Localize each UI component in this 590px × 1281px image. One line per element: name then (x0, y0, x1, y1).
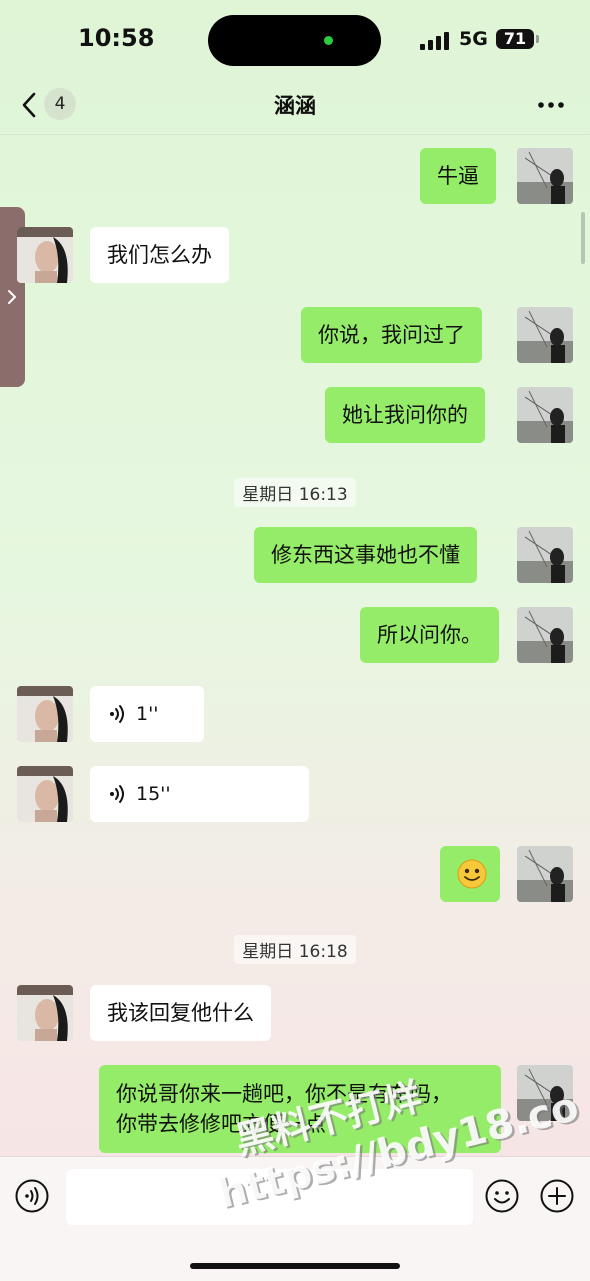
contact-avatar[interactable] (17, 766, 73, 822)
my-avatar[interactable] (517, 607, 573, 663)
voice-duration: 1'' (136, 703, 159, 725)
my-avatar[interactable] (517, 1065, 573, 1121)
message-text: 牛逼 (437, 164, 479, 188)
contact-avatar[interactable] (17, 227, 73, 283)
message-text: 我该回复他什么 (107, 1001, 254, 1025)
message-timestamp: 星期日 16:18 (0, 935, 590, 964)
battery-icon: 71 (496, 29, 534, 49)
message-text: 修东西这事她也不懂 (271, 543, 460, 567)
chat-title: 涵涵 (274, 94, 316, 118)
voice-wave-icon (110, 705, 124, 723)
message-text: 她让我问你的 (342, 403, 468, 427)
home-indicator[interactable] (190, 1263, 400, 1269)
contact-avatar[interactable] (17, 686, 73, 742)
timestamp-text: 星期日 16:13 (234, 478, 356, 507)
my-message-bubble[interactable]: 所以问你。 (360, 607, 499, 663)
more-options-icon[interactable] (538, 90, 564, 120)
chevron-right-icon (8, 290, 16, 304)
dynamic-island (208, 15, 381, 66)
plus-icon[interactable] (540, 1179, 574, 1213)
voice-message-bubble[interactable]: 15'' (90, 766, 309, 822)
message-timestamp: 星期日 16:13 (0, 478, 590, 507)
contact-message-bubble[interactable]: 我们怎么办 (90, 227, 229, 283)
my-message-bubble[interactable]: 修东西这事她也不懂 (254, 527, 477, 583)
my-avatar[interactable] (517, 387, 573, 443)
smile-emoji-icon (457, 859, 487, 889)
battery-level: 71 (503, 29, 527, 48)
my-message-bubble[interactable]: 她让我问你的 (325, 387, 485, 443)
camera-indicator-dot (324, 36, 333, 45)
my-emoji-bubble[interactable] (440, 846, 500, 902)
message-text-line: 你带去修修吧方便一点 (116, 1112, 326, 1136)
signal-icon (420, 32, 449, 50)
voice-input-icon[interactable] (15, 1179, 49, 1213)
my-message-bubble[interactable]: 你说，我问过了 (301, 307, 482, 363)
contact-message-bubble[interactable]: 我该回复他什么 (90, 985, 271, 1041)
my-message-bubble[interactable]: 你说哥你来一趟吧，你不是有车吗， 你带去修修吧方便一点 (99, 1065, 501, 1153)
status-time: 10:58 (78, 24, 155, 52)
my-avatar[interactable] (517, 148, 573, 204)
message-input[interactable] (66, 1169, 473, 1225)
network-type: 5G (459, 28, 488, 50)
my-avatar[interactable] (517, 307, 573, 363)
status-bar: 10:58 5G 71 (0, 0, 590, 80)
emoji-icon[interactable] (485, 1179, 519, 1213)
battery-cap (536, 35, 539, 43)
scrollbar[interactable] (581, 212, 585, 264)
timestamp-text: 星期日 16:18 (234, 935, 356, 964)
message-text-line: 你说哥你来一趟吧，你不是有车吗， (116, 1082, 452, 1106)
message-text: 我们怎么办 (107, 243, 212, 267)
my-avatar[interactable] (517, 846, 573, 902)
contact-avatar[interactable] (17, 985, 73, 1041)
chat-header: 4 涵涵 (0, 80, 590, 135)
voice-wave-icon (110, 785, 124, 803)
voice-duration: 15'' (136, 783, 171, 805)
message-text: 所以问你。 (377, 623, 482, 647)
my-message-bubble[interactable]: 牛逼 (420, 148, 496, 204)
message-text: 你说，我问过了 (318, 323, 465, 347)
input-bar (0, 1156, 590, 1281)
voice-message-bubble[interactable]: 1'' (90, 686, 204, 742)
my-avatar[interactable] (517, 527, 573, 583)
